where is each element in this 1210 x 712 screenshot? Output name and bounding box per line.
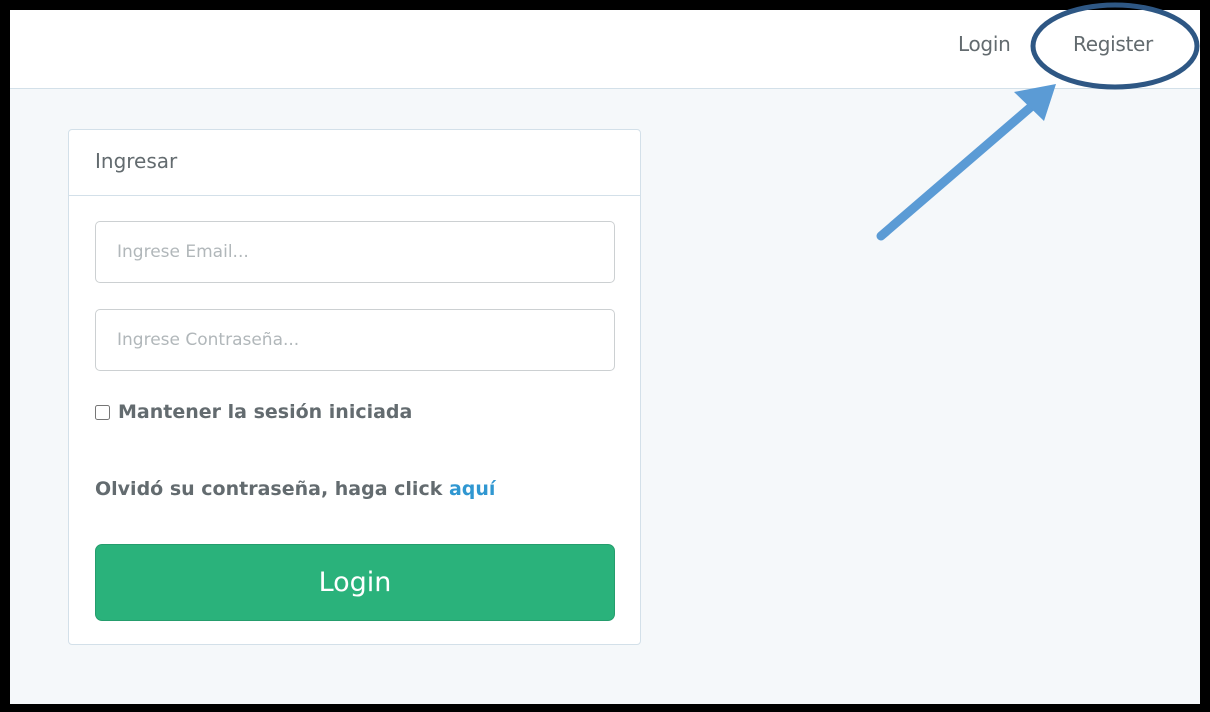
panel-heading: Ingresar	[69, 130, 640, 196]
nav-register-link[interactable]: Register	[1073, 32, 1153, 56]
nav-login-link[interactable]: Login	[958, 32, 1011, 56]
top-navbar: Login Register	[10, 10, 1200, 89]
app-frame: Login Register Ingresar Mantener la sesi…	[0, 0, 1210, 712]
remember-label: Mantener la sesión iniciada	[118, 401, 413, 423]
login-panel: Ingresar Mantener la sesión iniciada Olv…	[68, 129, 641, 645]
forgot-password-link[interactable]: aquí	[449, 478, 495, 500]
email-input[interactable]	[95, 221, 615, 283]
login-button[interactable]: Login	[95, 544, 615, 621]
password-input[interactable]	[95, 309, 615, 371]
forgot-password-text: Olvidó su contraseña, haga click aquí	[95, 478, 495, 500]
forgot-text: Olvidó su contraseña, haga click	[95, 478, 449, 500]
remember-me[interactable]: Mantener la sesión iniciada	[95, 401, 412, 423]
remember-checkbox[interactable]	[95, 404, 110, 420]
